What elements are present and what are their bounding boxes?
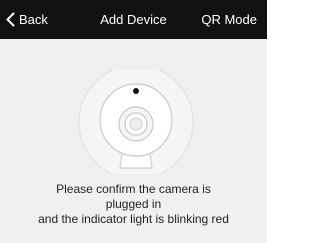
add-device-screen: Back Add Device QR Mode Please confirm t… — [0, 0, 267, 243]
instruction-line-1: Please confirm the camera is — [56, 182, 211, 196]
instruction-line-2: plugged in — [105, 197, 162, 211]
instruction-line-3: and the indicator light is blinking red — [38, 212, 229, 226]
chevron-left-icon — [6, 12, 15, 27]
qr-mode-button[interactable]: QR Mode — [201, 0, 257, 39]
nav-bar: Back Add Device QR Mode — [0, 0, 267, 39]
lens-center — [129, 117, 143, 131]
back-button[interactable]: Back — [6, 0, 48, 39]
back-label: Back — [19, 12, 48, 27]
camera-illustration — [78, 70, 194, 174]
indicator-light — [133, 88, 139, 94]
